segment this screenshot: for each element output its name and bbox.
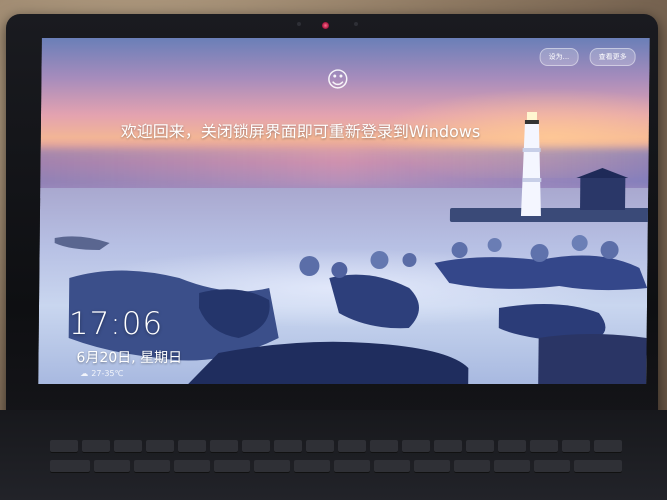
smiley-icon: ☺ bbox=[326, 68, 350, 93]
clock-time: 17:06 bbox=[68, 306, 164, 342]
set-as-button[interactable]: 设为... bbox=[539, 48, 579, 66]
sensor-icon bbox=[297, 22, 301, 26]
keyboard bbox=[50, 440, 630, 500]
cloud-icon: ☁ bbox=[80, 369, 89, 378]
view-more-button[interactable]: 查看更多 bbox=[589, 48, 636, 66]
sensor-icon bbox=[354, 22, 358, 26]
clock-date: 6月20日, 星期日 bbox=[76, 350, 183, 366]
weather-text: 27-35℃ bbox=[91, 369, 124, 378]
lock-screen[interactable]: 设为... 查看更多 ☺ 欢迎回来，关闭锁屏界面即可重新登录到Windows 1… bbox=[38, 38, 650, 384]
welcome-message: 欢迎回来，关闭锁屏界面即可重新登录到Windows bbox=[120, 122, 481, 141]
weather-info: ☁ 27-35℃ bbox=[80, 369, 123, 378]
webcam-icon bbox=[322, 22, 329, 29]
